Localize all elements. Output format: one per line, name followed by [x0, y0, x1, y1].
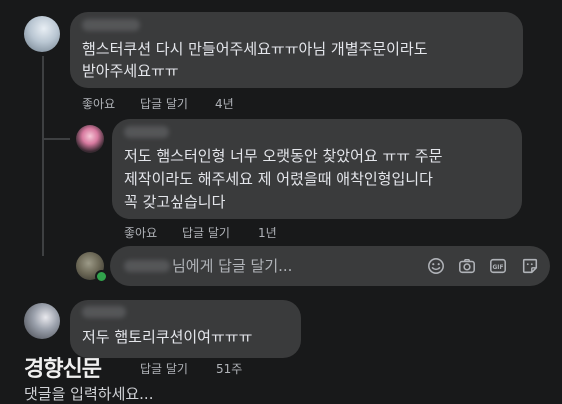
like-button[interactable]: 좋아요 — [124, 224, 157, 241]
svg-text:GIF: GIF — [493, 265, 504, 271]
reply-input[interactable] — [172, 255, 372, 277]
commenter-avatar-2[interactable] — [76, 125, 104, 153]
comment-time[interactable]: 4년 — [215, 95, 234, 112]
comment-time[interactable]: 1년 — [258, 224, 277, 241]
like-button[interactable]: 좋아요 — [82, 95, 115, 112]
emoji-icon[interactable] — [427, 257, 445, 275]
reply-button[interactable]: 답글 달기 — [140, 360, 188, 377]
sticker-icon[interactable] — [521, 257, 539, 275]
publisher-watermark: 경향신문 — [24, 357, 102, 382]
commenter-name-blurred-3[interactable] — [82, 306, 126, 318]
commenter-name-blurred-2[interactable] — [124, 126, 169, 138]
comment-3-line-1: 저두 햄토리쿠션이여ㅠㅠㅠ — [82, 328, 253, 346]
comment-2-line-1: 저도 햄스터인형 너무 오랫동안 찾았어요 ㅠㅠ 주문 — [124, 147, 443, 165]
gif-icon[interactable]: GIF — [489, 257, 507, 275]
comment-time[interactable]: 51주 — [216, 360, 242, 377]
comment-2-actions: 좋아요 답글 달기 1년 — [124, 224, 324, 240]
commenter-name-blurred-1[interactable] — [82, 19, 140, 31]
online-status-dot — [95, 270, 108, 283]
reply-target-name-blurred — [124, 260, 170, 272]
thread-line — [42, 56, 44, 256]
comment-input-prompt[interactable]: 댓글을 입력하세요... — [24, 383, 153, 404]
reply-button[interactable]: 답글 달기 — [140, 95, 188, 112]
reply-button[interactable]: 답글 달기 — [182, 224, 230, 241]
reply-composer: GIF — [110, 246, 550, 286]
thread-connector — [42, 138, 70, 140]
comment-3-actions: 답글 달기 51주 — [140, 360, 280, 376]
comment-1-actions: 좋아요 답글 달기 4년 — [82, 95, 282, 111]
commenter-avatar-3[interactable] — [24, 303, 60, 339]
comment-2-line-3: 꼭 갖고싶습니다 — [124, 193, 226, 211]
comment-1-line-1: 햄스터쿠션 다시 만들어주세요ㅠㅠ아님 개별주문이라도 — [82, 40, 428, 58]
comment-2-line-2: 제작이라도 해주세요 제 어렸을때 애착인형입니다 — [124, 170, 433, 188]
comment-1-line-2: 받아주세요ㅠㅠ — [82, 62, 179, 80]
camera-icon[interactable] — [458, 257, 476, 275]
commenter-avatar-1[interactable] — [24, 16, 60, 52]
